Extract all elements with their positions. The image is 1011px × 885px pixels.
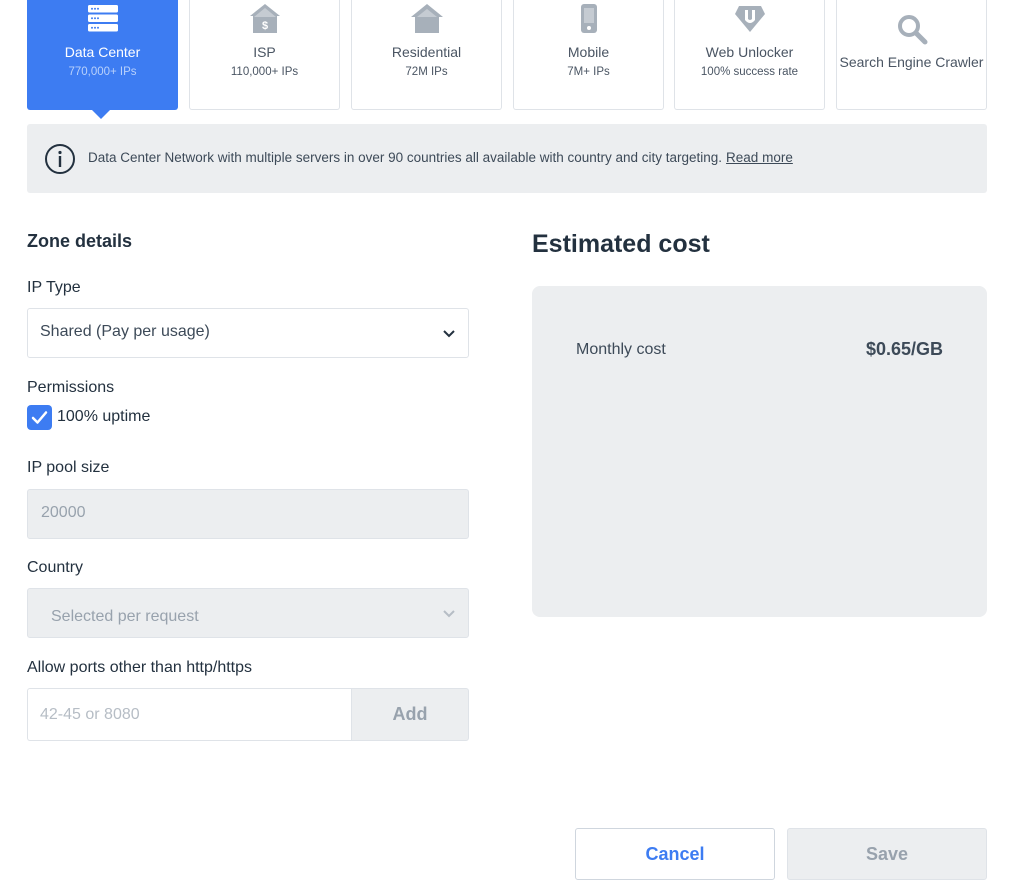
- tab-sublabel: 110,000+ IPs: [230, 66, 299, 78]
- pool-size-value: 20000: [41, 504, 86, 521]
- product-tabs: Data Center 770,000+ IPs $ ISP 110,000+ …: [27, 0, 987, 119]
- info-banner: Data Center Network with multiple server…: [27, 124, 987, 193]
- tab-sublabel: 100% success rate: [700, 66, 799, 78]
- isp-house-icon: $: [249, 4, 280, 33]
- tab-label: Data Center: [64, 44, 141, 60]
- permissions-label: Permissions: [27, 379, 115, 396]
- read-more-link[interactable]: Read more: [726, 150, 793, 165]
- unlocker-icon: [734, 6, 765, 32]
- pool-size-field: 20000: [27, 489, 469, 539]
- cancel-button[interactable]: Cancel: [575, 828, 775, 880]
- zone-details-title: Zone details: [27, 231, 133, 251]
- ip-type-value: Shared (Pay per usage): [40, 323, 210, 340]
- info-icon: [45, 144, 75, 174]
- estimated-cost-title: Estimated cost: [532, 230, 710, 258]
- monthly-cost-value: $0.65/GB: [865, 339, 943, 359]
- chevron-down-icon: [443, 330, 455, 338]
- tab-mobile[interactable]: Mobile 7M+ IPs: [513, 0, 664, 110]
- tab-search-engine-crawler[interactable]: Search Engine Crawler: [836, 0, 987, 110]
- tab-label: Web Unlocker: [705, 44, 794, 60]
- tab-label: ISP: [253, 44, 276, 60]
- server-icon: [87, 5, 118, 32]
- tab-label: Residential: [391, 44, 462, 60]
- ports-input[interactable]: [27, 688, 351, 741]
- add-port-button[interactable]: Add: [351, 688, 469, 741]
- tab-sublabel: 770,000+ IPs: [68, 66, 137, 78]
- svg-text:$: $: [261, 20, 267, 32]
- country-select: Selected per request: [27, 588, 469, 638]
- tab-isp[interactable]: $ ISP 110,000+ IPs: [189, 0, 340, 110]
- country-value: Selected per request: [51, 608, 199, 625]
- ip-type-label: IP Type: [27, 279, 81, 296]
- pool-size-label: IP pool size: [27, 459, 110, 476]
- search-icon: [897, 15, 927, 45]
- tab-data-center[interactable]: Data Center 770,000+ IPs: [27, 0, 178, 119]
- monthly-cost-label: Monthly cost: [576, 341, 666, 358]
- country-label: Country: [27, 559, 84, 576]
- tab-sublabel: 7M+ IPs: [567, 66, 610, 78]
- zone-setup-page: Data Center 770,000+ IPs $ ISP 110,000+ …: [0, 0, 1011, 885]
- uptime-label: 100% uptime: [57, 408, 151, 425]
- tab-label: Search Engine Crawler: [839, 54, 984, 70]
- mobile-icon: [580, 4, 597, 33]
- chevron-down-icon: [443, 610, 455, 618]
- tab-residential[interactable]: Residential 72M IPs: [351, 0, 502, 110]
- tab-web-unlocker[interactable]: Web Unlocker 100% success rate: [674, 0, 825, 110]
- ip-type-select[interactable]: Shared (Pay per usage): [27, 308, 469, 358]
- house-icon: [410, 4, 443, 33]
- ports-label: Allow ports other than http/https: [27, 659, 253, 676]
- uptime-checkbox[interactable]: [27, 405, 52, 430]
- tab-sublabel: 72M IPs: [405, 66, 448, 78]
- banner-message: Data Center Network with multiple server…: [88, 150, 723, 165]
- cost-panel: Monthly cost $0.65/GB: [532, 286, 987, 617]
- save-button[interactable]: Save: [787, 828, 987, 880]
- checkmark-icon: [31, 411, 48, 424]
- tab-label: Mobile: [567, 44, 610, 60]
- banner-text: Data Center Network with multiple server…: [88, 150, 793, 165]
